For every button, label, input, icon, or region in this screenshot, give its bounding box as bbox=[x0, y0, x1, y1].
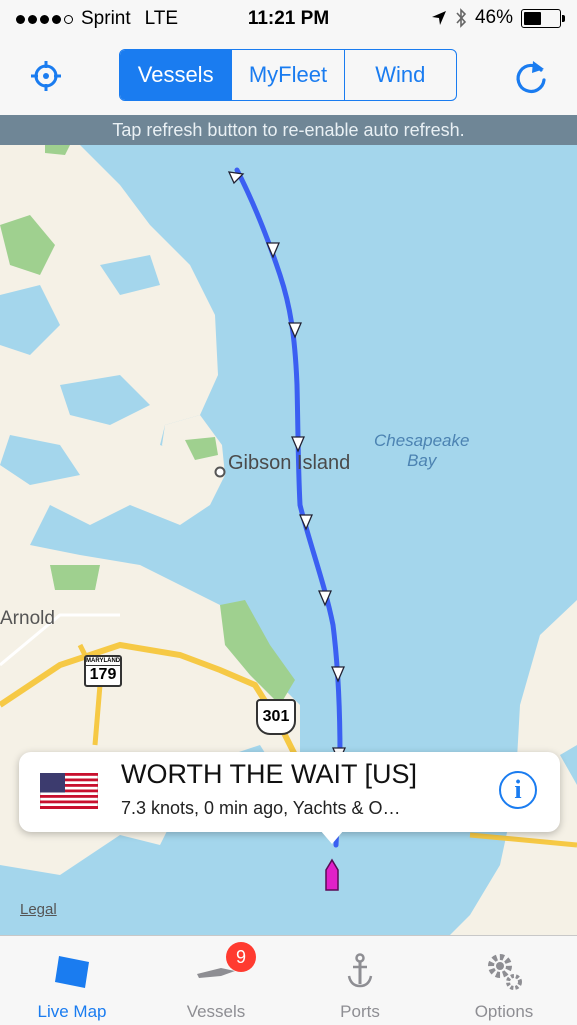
route-179-shield: MARYLAND 179 bbox=[84, 655, 122, 687]
live-map-icon bbox=[55, 956, 89, 988]
tab-vessels[interactable]: 9 Vessels bbox=[144, 936, 288, 1025]
anchor-icon bbox=[347, 953, 373, 988]
map-label-chesapeake-bay: Chesapeake Bay bbox=[374, 431, 469, 471]
tab-options[interactable]: Options bbox=[432, 936, 576, 1025]
location-arrow-icon bbox=[431, 11, 446, 25]
status-right: 46% bbox=[431, 7, 565, 29]
tab-ports[interactable]: Ports bbox=[288, 936, 432, 1025]
tab-bar: Live Map 9 Vessels Ports Options bbox=[0, 935, 577, 1024]
segment-wind[interactable]: Wind bbox=[343, 50, 456, 100]
segment-vessels[interactable]: Vessels bbox=[120, 50, 232, 100]
shield-state-name: MARYLAND bbox=[86, 658, 121, 666]
legal-link[interactable]: Legal bbox=[20, 901, 57, 918]
crosshair-locate-icon[interactable] bbox=[30, 60, 62, 92]
map-label-arnold: Arnold bbox=[0, 608, 55, 629]
segment-myfleet[interactable]: MyFleet bbox=[231, 50, 343, 100]
vessels-count-badge: 9 bbox=[226, 942, 256, 972]
battery-icon bbox=[521, 8, 565, 28]
tab-label: Ports bbox=[340, 1002, 380, 1021]
status-bar: Sprint LTE 11:21 PM 46% bbox=[0, 0, 577, 40]
vessel-details: 7.3 knots, 0 min ago, Yachts & O… bbox=[121, 798, 401, 818]
map-label-gibson-island: Gibson Island bbox=[228, 452, 351, 474]
vessel-name: WORTH THE WAIT [US] bbox=[121, 759, 418, 789]
shield-route-number: 179 bbox=[89, 666, 117, 683]
tab-label: Live Map bbox=[37, 1002, 107, 1021]
map-label-chesapeake: Chesapeake bbox=[374, 431, 470, 450]
tab-live-map[interactable]: Live Map bbox=[0, 936, 144, 1025]
map-label-bay: Bay bbox=[407, 451, 437, 470]
view-segmented-control: Vessels MyFleet Wind bbox=[119, 49, 457, 101]
bluetooth-icon bbox=[456, 8, 467, 28]
tab-label: Options bbox=[474, 1002, 534, 1021]
vessel-callout[interactable]: WORTH THE WAIT [US] 7.3 knots, 0 min ago… bbox=[19, 752, 560, 844]
nav-bar: Vessels MyFleet Wind bbox=[0, 40, 577, 115]
tab-label: Vessels bbox=[186, 1002, 246, 1021]
info-button[interactable]: i bbox=[499, 771, 537, 809]
gears-icon bbox=[488, 954, 522, 990]
refresh-icon[interactable] bbox=[511, 56, 551, 96]
battery-percent: 46% bbox=[474, 7, 513, 28]
callout-pointer bbox=[320, 830, 344, 844]
route-301-shield: 301 bbox=[256, 699, 296, 735]
us-flag-icon bbox=[40, 773, 98, 809]
auto-refresh-banner: Tap refresh button to re-enable auto ref… bbox=[0, 115, 577, 145]
